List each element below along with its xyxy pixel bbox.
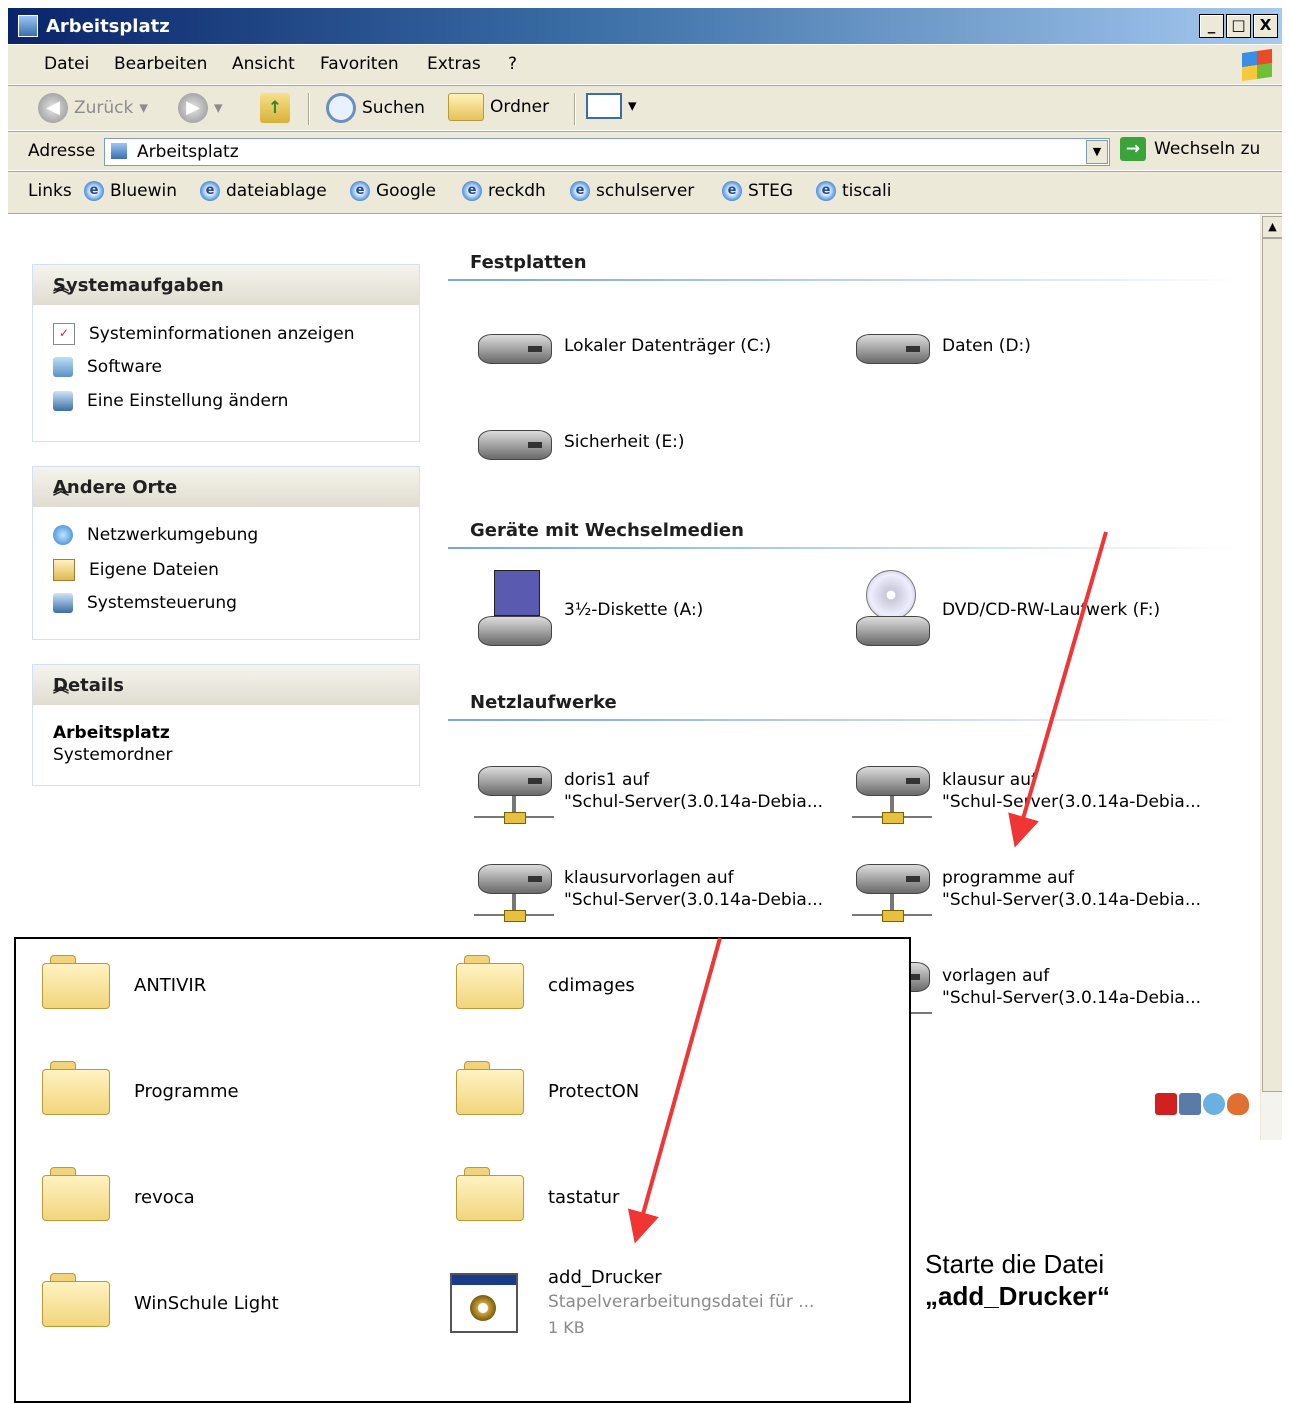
annotation-arrows	[627, 531, 1108, 1244]
arrow-to-programme-drive	[1008, 531, 1108, 848]
arrow-to-add-drucker	[627, 937, 722, 1244]
